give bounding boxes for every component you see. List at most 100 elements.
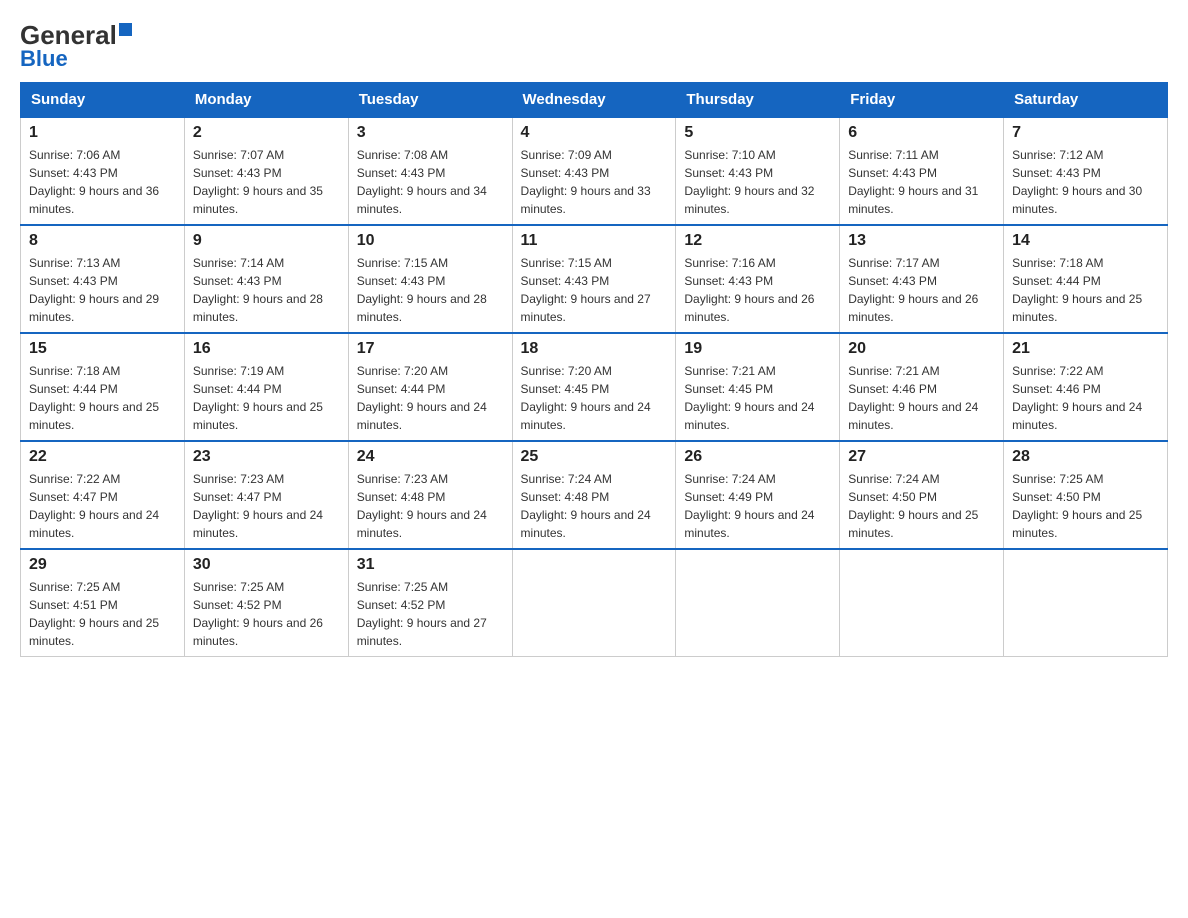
calendar-cell: 7 Sunrise: 7:12 AMSunset: 4:43 PMDaylight… <box>1004 117 1168 225</box>
day-info: Sunrise: 7:12 AMSunset: 4:43 PMDaylight:… <box>1012 146 1159 218</box>
day-info: Sunrise: 7:17 AMSunset: 4:43 PMDaylight:… <box>848 254 995 326</box>
calendar-cell: 24Sunrise: 7:23 AMSunset: 4:48 PMDayligh… <box>348 441 512 549</box>
day-number: 2 <box>193 124 340 142</box>
calendar-cell: 25Sunrise: 7:24 AMSunset: 4:48 PMDayligh… <box>512 441 676 549</box>
calendar-cell: 29 Sunrise: 7:25 AMSunset: 4:51 PMDayligh… <box>21 549 185 657</box>
calendar-cell: 23 Sunrise: 7:23 AMSunset: 4:47 PMDayligh… <box>184 441 348 549</box>
calendar-cell: 30 Sunrise: 7:25 AMSunset: 4:52 PMDayligh… <box>184 549 348 657</box>
calendar-cell: 13 Sunrise: 7:17 AMSunset: 4:43 PMDayligh… <box>840 225 1004 333</box>
day-info: Sunrise: 7:20 AMSunset: 4:45 PMDaylight:… <box>521 362 668 434</box>
day-info: Sunrise: 7:15 AMSunset: 4:43 PMDaylight:… <box>357 254 504 326</box>
calendar-cell: 22 Sunrise: 7:22 AMSunset: 4:47 PMDayligh… <box>21 441 185 549</box>
day-info: Sunrise: 7:25 AMSunset: 4:52 PMDaylight:… <box>193 578 340 650</box>
day-info: Sunrise: 7:25 AMSunset: 4:50 PMDaylight:… <box>1012 470 1159 542</box>
day-number: 16 <box>193 340 340 358</box>
calendar-cell <box>676 549 840 657</box>
calendar-cell: 9 Sunrise: 7:14 AMSunset: 4:43 PMDaylight… <box>184 225 348 333</box>
column-header-sunday: Sunday <box>21 83 185 118</box>
calendar-cell: 17Sunrise: 7:20 AMSunset: 4:44 PMDayligh… <box>348 333 512 441</box>
week-row-1: 1 Sunrise: 7:06 AMSunset: 4:43 PMDaylight… <box>21 117 1168 225</box>
day-info: Sunrise: 7:15 AMSunset: 4:43 PMDaylight:… <box>521 254 668 326</box>
logo-blue-text: Blue <box>20 46 68 72</box>
day-info: Sunrise: 7:08 AMSunset: 4:43 PMDaylight:… <box>357 146 504 218</box>
calendar-cell: 15Sunrise: 7:18 AMSunset: 4:44 PMDayligh… <box>21 333 185 441</box>
calendar-cell: 3 Sunrise: 7:08 AMSunset: 4:43 PMDaylight… <box>348 117 512 225</box>
day-info: Sunrise: 7:22 AMSunset: 4:46 PMDaylight:… <box>1012 362 1159 434</box>
calendar-cell: 14Sunrise: 7:18 AMSunset: 4:44 PMDayligh… <box>1004 225 1168 333</box>
day-number: 13 <box>848 232 995 250</box>
day-info: Sunrise: 7:24 AMSunset: 4:50 PMDaylight:… <box>848 470 995 542</box>
day-info: Sunrise: 7:10 AMSunset: 4:43 PMDaylight:… <box>684 146 831 218</box>
day-info: Sunrise: 7:06 AMSunset: 4:43 PMDaylight:… <box>29 146 176 218</box>
day-info: Sunrise: 7:11 AMSunset: 4:43 PMDaylight:… <box>848 146 995 218</box>
calendar-cell <box>512 549 676 657</box>
calendar-cell: 28Sunrise: 7:25 AMSunset: 4:50 PMDayligh… <box>1004 441 1168 549</box>
calendar-cell: 11Sunrise: 7:15 AMSunset: 4:43 PMDayligh… <box>512 225 676 333</box>
calendar-cell: 8 Sunrise: 7:13 AMSunset: 4:43 PMDaylight… <box>21 225 185 333</box>
week-row-3: 15Sunrise: 7:18 AMSunset: 4:44 PMDayligh… <box>21 333 1168 441</box>
day-number: 26 <box>684 448 831 466</box>
calendar-cell: 4 Sunrise: 7:09 AMSunset: 4:43 PMDaylight… <box>512 117 676 225</box>
day-number: 3 <box>357 124 504 142</box>
day-number: 6 <box>848 124 995 142</box>
day-number: 27 <box>848 448 995 466</box>
day-info: Sunrise: 7:09 AMSunset: 4:43 PMDaylight:… <box>521 146 668 218</box>
day-number: 10 <box>357 232 504 250</box>
day-number: 15 <box>29 340 176 358</box>
column-header-saturday: Saturday <box>1004 83 1168 118</box>
calendar-table: SundayMondayTuesdayWednesdayThursdayFrid… <box>20 82 1168 657</box>
day-number: 18 <box>521 340 668 358</box>
column-header-wednesday: Wednesday <box>512 83 676 118</box>
day-number: 23 <box>193 448 340 466</box>
logo[interactable]: General Blue <box>20 20 132 72</box>
day-number: 7 <box>1012 124 1159 142</box>
calendar-cell: 6 Sunrise: 7:11 AMSunset: 4:43 PMDaylight… <box>840 117 1004 225</box>
calendar-cell: 20Sunrise: 7:21 AMSunset: 4:46 PMDayligh… <box>840 333 1004 441</box>
week-row-4: 22 Sunrise: 7:22 AMSunset: 4:47 PMDayligh… <box>21 441 1168 549</box>
calendar-cell: 31 Sunrise: 7:25 AMSunset: 4:52 PMDayligh… <box>348 549 512 657</box>
day-info: Sunrise: 7:20 AMSunset: 4:44 PMDaylight:… <box>357 362 504 434</box>
calendar-cell: 16 Sunrise: 7:19 AMSunset: 4:44 PMDayligh… <box>184 333 348 441</box>
day-number: 4 <box>521 124 668 142</box>
calendar-cell: 1 Sunrise: 7:06 AMSunset: 4:43 PMDaylight… <box>21 117 185 225</box>
day-number: 5 <box>684 124 831 142</box>
day-number: 1 <box>29 124 176 142</box>
day-info: Sunrise: 7:23 AMSunset: 4:48 PMDaylight:… <box>357 470 504 542</box>
calendar-cell: 12Sunrise: 7:16 AMSunset: 4:43 PMDayligh… <box>676 225 840 333</box>
day-info: Sunrise: 7:21 AMSunset: 4:45 PMDaylight:… <box>684 362 831 434</box>
day-info: Sunrise: 7:19 AMSunset: 4:44 PMDaylight:… <box>193 362 340 434</box>
day-info: Sunrise: 7:25 AMSunset: 4:52 PMDaylight:… <box>357 578 504 650</box>
calendar-cell <box>840 549 1004 657</box>
day-info: Sunrise: 7:13 AMSunset: 4:43 PMDaylight:… <box>29 254 176 326</box>
page-header: General Blue <box>20 20 1168 72</box>
day-number: 31 <box>357 556 504 574</box>
day-info: Sunrise: 7:14 AMSunset: 4:43 PMDaylight:… <box>193 254 340 326</box>
calendar-cell: 21 Sunrise: 7:22 AMSunset: 4:46 PMDayligh… <box>1004 333 1168 441</box>
calendar-cell: 10 Sunrise: 7:15 AMSunset: 4:43 PMDayligh… <box>348 225 512 333</box>
day-info: Sunrise: 7:16 AMSunset: 4:43 PMDaylight:… <box>684 254 831 326</box>
day-info: Sunrise: 7:23 AMSunset: 4:47 PMDaylight:… <box>193 470 340 542</box>
calendar-cell: 19Sunrise: 7:21 AMSunset: 4:45 PMDayligh… <box>676 333 840 441</box>
calendar-cell: 18 Sunrise: 7:20 AMSunset: 4:45 PMDayligh… <box>512 333 676 441</box>
day-number: 30 <box>193 556 340 574</box>
column-header-thursday: Thursday <box>676 83 840 118</box>
day-info: Sunrise: 7:24 AMSunset: 4:49 PMDaylight:… <box>684 470 831 542</box>
calendar-cell: 27 Sunrise: 7:24 AMSunset: 4:50 PMDayligh… <box>840 441 1004 549</box>
day-number: 20 <box>848 340 995 358</box>
day-info: Sunrise: 7:07 AMSunset: 4:43 PMDaylight:… <box>193 146 340 218</box>
day-info: Sunrise: 7:25 AMSunset: 4:51 PMDaylight:… <box>29 578 176 650</box>
day-info: Sunrise: 7:22 AMSunset: 4:47 PMDaylight:… <box>29 470 176 542</box>
column-header-friday: Friday <box>840 83 1004 118</box>
calendar-cell: 26 Sunrise: 7:24 AMSunset: 4:49 PMDayligh… <box>676 441 840 549</box>
day-number: 29 <box>29 556 176 574</box>
week-row-2: 8 Sunrise: 7:13 AMSunset: 4:43 PMDaylight… <box>21 225 1168 333</box>
day-number: 21 <box>1012 340 1159 358</box>
day-number: 8 <box>29 232 176 250</box>
day-info: Sunrise: 7:18 AMSunset: 4:44 PMDaylight:… <box>1012 254 1159 326</box>
calendar-cell: 2 Sunrise: 7:07 AMSunset: 4:43 PMDaylight… <box>184 117 348 225</box>
calendar-cell <box>1004 549 1168 657</box>
day-info: Sunrise: 7:24 AMSunset: 4:48 PMDaylight:… <box>521 470 668 542</box>
day-number: 22 <box>29 448 176 466</box>
day-number: 9 <box>193 232 340 250</box>
column-header-monday: Monday <box>184 83 348 118</box>
